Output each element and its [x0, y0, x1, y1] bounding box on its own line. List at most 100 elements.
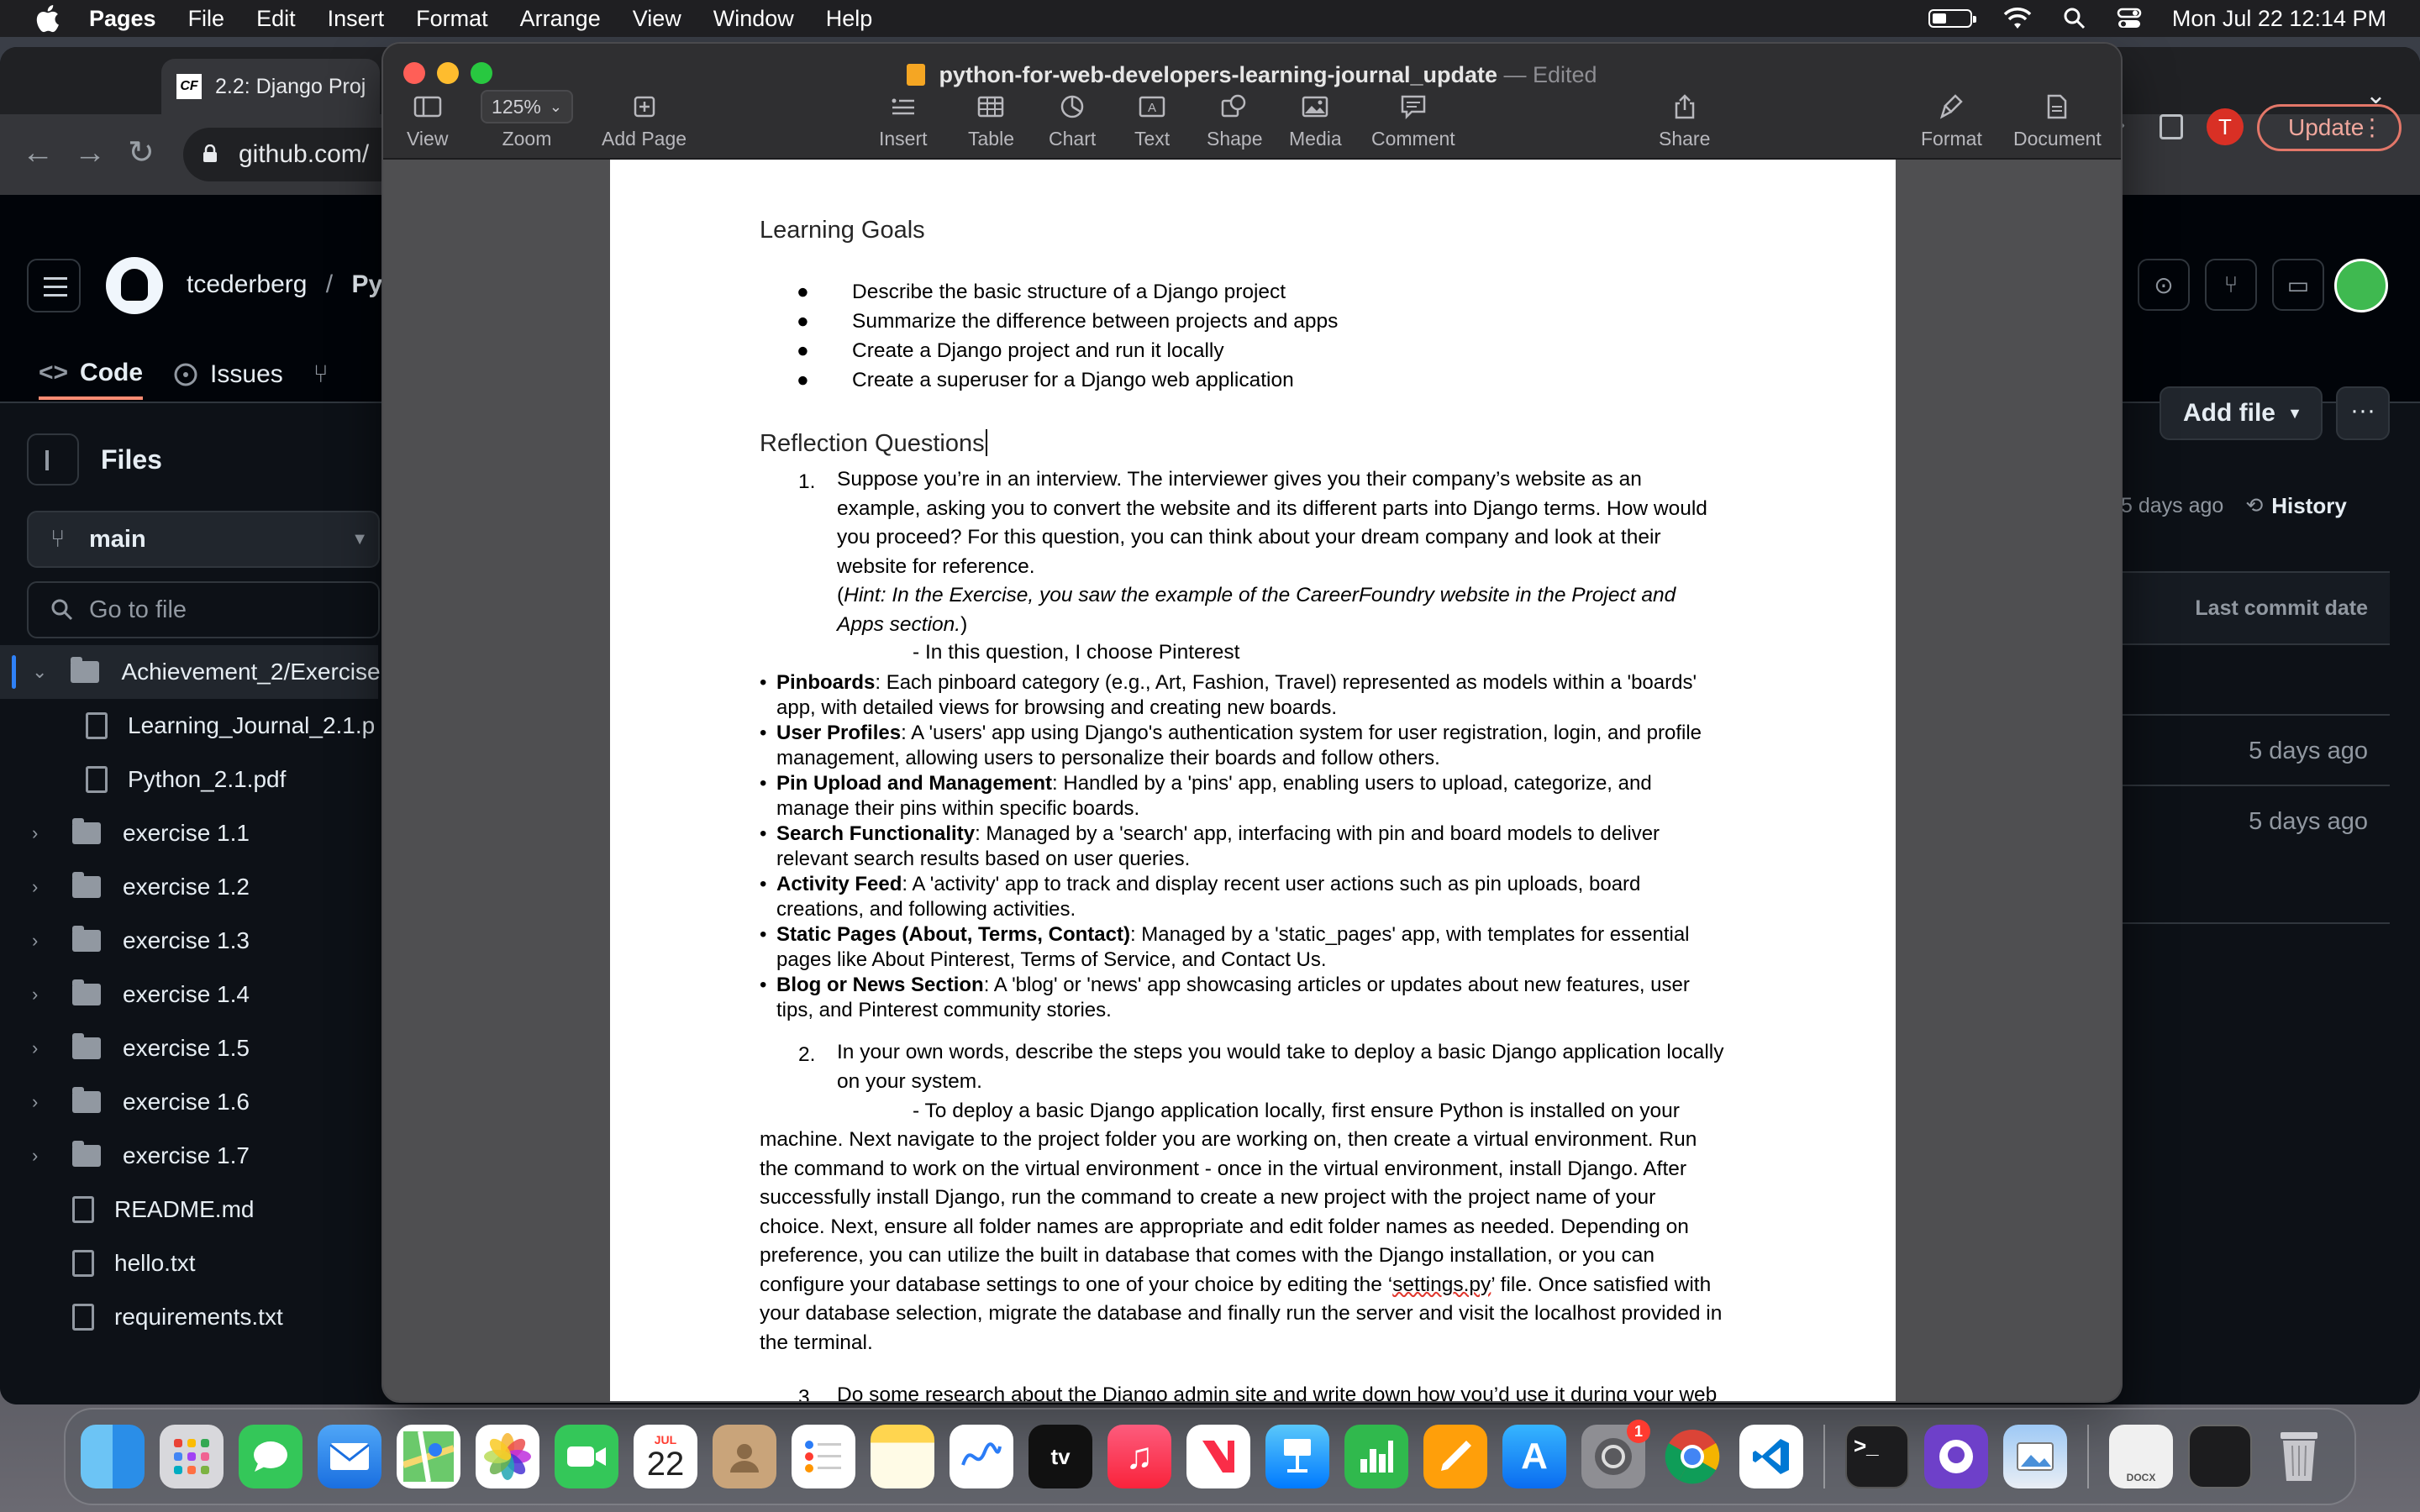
tree-item-file[interactable]: hello.txt [0, 1236, 378, 1290]
tree-item-file[interactable]: README.md [0, 1183, 378, 1236]
reload-icon[interactable]: ↻ [128, 136, 155, 170]
misspelled-word[interactable]: settings.py [1392, 1273, 1491, 1296]
tree-item-folder[interactable]: › exercise 1.3 [0, 914, 378, 968]
list-item[interactable]: • Pinboards: Each pinboard category (e.g.… [760, 670, 1768, 721]
menu-arrange[interactable]: Arrange [520, 6, 601, 32]
pull-requests-icon[interactable]: ⑂ [2205, 259, 2257, 311]
notes-icon[interactable] [871, 1425, 934, 1488]
preview-icon[interactable] [2003, 1425, 2067, 1488]
go-to-file-input[interactable]: Go to file [27, 581, 380, 638]
screenshot-icon[interactable] [2188, 1425, 2252, 1488]
tree-item-file[interactable]: Learning_Journal_2.1.p [0, 699, 378, 753]
document-page[interactable]: Learning Goals ● Describe the basic struc… [610, 160, 1896, 1401]
facetime-icon[interactable] [555, 1425, 618, 1488]
menu-insert[interactable]: Insert [328, 6, 385, 32]
branch-selector[interactable]: ⑂ main ▼ [27, 511, 380, 568]
chart-button[interactable]: Chart [1049, 91, 1096, 150]
format-button[interactable]: Format [1921, 91, 1982, 150]
view-button[interactable]: View [407, 91, 448, 150]
back-arrow-icon[interactable]: ← [22, 136, 54, 170]
maps-icon[interactable] [397, 1425, 460, 1488]
photos-icon[interactable] [476, 1425, 539, 1488]
tree-item-file[interactable]: Python_2.1.pdf [0, 753, 378, 806]
zoom-control[interactable]: 125% ⌄ Zoom [481, 90, 573, 150]
text-button[interactable]: A Text [1134, 91, 1170, 150]
goal-item[interactable]: ● Describe the basic structure of a Djang… [797, 281, 1286, 304]
zoom-dropdown[interactable]: 125% ⌄ [481, 90, 573, 123]
learning-goals-heading[interactable]: Learning Goals [760, 217, 925, 244]
freeform-icon[interactable] [950, 1425, 1013, 1488]
menu-format[interactable]: Format [416, 6, 488, 32]
tree-item-folder[interactable]: › exercise 1.7 [0, 1129, 378, 1183]
share-button[interactable]: Share [1659, 91, 1710, 150]
finder-icon[interactable] [81, 1425, 145, 1488]
menu-clock[interactable]: Mon Jul 22 12:14 PM [2172, 6, 2386, 32]
tab-issues[interactable]: Issues [173, 349, 283, 400]
issues-icon[interactable]: ⊙ [2138, 259, 2190, 311]
tab-code[interactable]: <> Code [39, 349, 144, 400]
news-icon[interactable] [1186, 1425, 1250, 1488]
github-desktop-icon[interactable] [1924, 1425, 1988, 1488]
app-store-icon[interactable]: A [1502, 1425, 1566, 1488]
menu-help[interactable]: Help [826, 6, 873, 32]
side-panel-icon[interactable] [2160, 114, 2183, 139]
messages-icon[interactable] [239, 1425, 302, 1488]
tab-pull-requests[interactable]: ⑂ [313, 349, 329, 400]
chrome-icon[interactable] [1660, 1425, 1724, 1488]
pages-icon[interactable] [1423, 1425, 1487, 1488]
repo-owner-link[interactable]: tcederberg [187, 270, 307, 298]
tree-item-folder[interactable]: › exercise 1.1 [0, 806, 378, 860]
menu-file[interactable]: File [188, 6, 225, 32]
reflection-questions-heading[interactable]: Reflection Questions [760, 429, 987, 458]
docx-file-icon[interactable]: DOCX [2109, 1425, 2173, 1488]
calendar-icon[interactable]: JUL 22 [634, 1425, 697, 1488]
document-button[interactable]: Document [2013, 91, 2102, 150]
list-item[interactable]: • User Profiles: A 'users' app using Djan… [760, 721, 1768, 771]
tree-item-folder[interactable]: › exercise 1.2 [0, 860, 378, 914]
browser-tab[interactable]: CF 2.2: Django Proj [161, 59, 380, 114]
control-center-icon[interactable] [2117, 7, 2142, 30]
battery-icon[interactable] [1928, 9, 1976, 28]
system-settings-icon[interactable]: 1 [1581, 1420, 1650, 1488]
mail-icon[interactable] [318, 1425, 381, 1488]
document-canvas[interactable]: Learning Goals ● Describe the basic struc… [383, 160, 2121, 1401]
question-3-text[interactable]: Do some research about the Django admin … [837, 1381, 1717, 1401]
question-2-answer-first-line[interactable]: - To deploy a basic Django application l… [913, 1097, 1680, 1126]
github-logo-icon[interactable] [106, 257, 163, 314]
inbox-icon[interactable]: ▭ [2272, 259, 2324, 311]
shape-button[interactable]: Shape [1207, 91, 1263, 150]
menu-window[interactable]: Window [713, 6, 794, 32]
insert-button[interactable]: Insert [879, 91, 928, 150]
contacts-icon[interactable] [713, 1425, 776, 1488]
add-page-button[interactable]: Add Page [602, 91, 687, 150]
menu-view[interactable]: View [633, 6, 681, 32]
media-button[interactable]: Media [1289, 91, 1342, 150]
collapse-sidebar-icon[interactable] [27, 433, 79, 486]
forward-arrow-icon[interactable]: → [74, 136, 106, 170]
list-item[interactable]: • Search Functionality: Managed by a 'sea… [760, 822, 1768, 872]
add-file-button[interactable]: Add file ▼ [2160, 386, 2323, 440]
tree-item-folder[interactable]: › exercise 1.6 [0, 1075, 378, 1129]
browser-menu-kebab-icon[interactable]: ⋮ [2360, 113, 2384, 141]
history-link[interactable]: History [2271, 493, 2347, 519]
hamburger-menu-icon[interactable] [27, 259, 81, 312]
launchpad-icon[interactable] [160, 1425, 224, 1488]
tv-icon[interactable]: tv [1028, 1425, 1092, 1488]
user-avatar[interactable] [2334, 259, 2388, 312]
question-1-text[interactable]: Suppose you’re in an interview. The inte… [837, 465, 1845, 639]
comment-button[interactable]: Comment [1371, 91, 1455, 150]
update-button[interactable]: Update ⋮ [2257, 104, 2402, 151]
keynote-icon[interactable] [1265, 1425, 1329, 1488]
tree-item-folder[interactable]: ⌄ Achievement_2/Exercise [0, 645, 381, 699]
goal-item[interactable]: ● Create a Django project and run it loca… [797, 339, 1224, 363]
menu-app-name[interactable]: Pages [89, 6, 156, 32]
tree-item-folder[interactable]: › exercise 1.5 [0, 1021, 378, 1075]
list-item[interactable]: • Static Pages (About, Terms, Contact): M… [760, 922, 1768, 973]
numbers-icon[interactable] [1344, 1425, 1408, 1488]
document-name[interactable]: python-for-web-developers-learning-journ… [939, 62, 1497, 87]
vscode-icon[interactable] [1739, 1425, 1803, 1488]
trash-icon[interactable] [2267, 1425, 2331, 1488]
question-2-text[interactable]: In your own words, describe the steps yo… [837, 1038, 1862, 1096]
goal-item[interactable]: ● Summarize the difference between projec… [797, 310, 1338, 333]
menu-edit[interactable]: Edit [256, 6, 296, 32]
